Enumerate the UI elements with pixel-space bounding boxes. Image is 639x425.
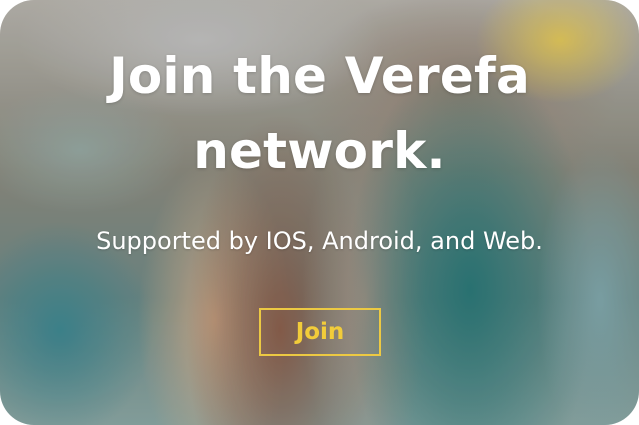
hero-subtitle: Supported by IOS, Android, and Web.: [96, 227, 543, 255]
hero-headline-line-1: Join the Verefa: [109, 47, 530, 105]
hero-headline-line-2: network.: [193, 122, 446, 180]
join-button[interactable]: Join: [259, 308, 381, 356]
hero-content: Join the Verefa network. Supported by IO…: [0, 0, 639, 425]
hero-card: Join the Verefa network. Supported by IO…: [0, 0, 639, 425]
